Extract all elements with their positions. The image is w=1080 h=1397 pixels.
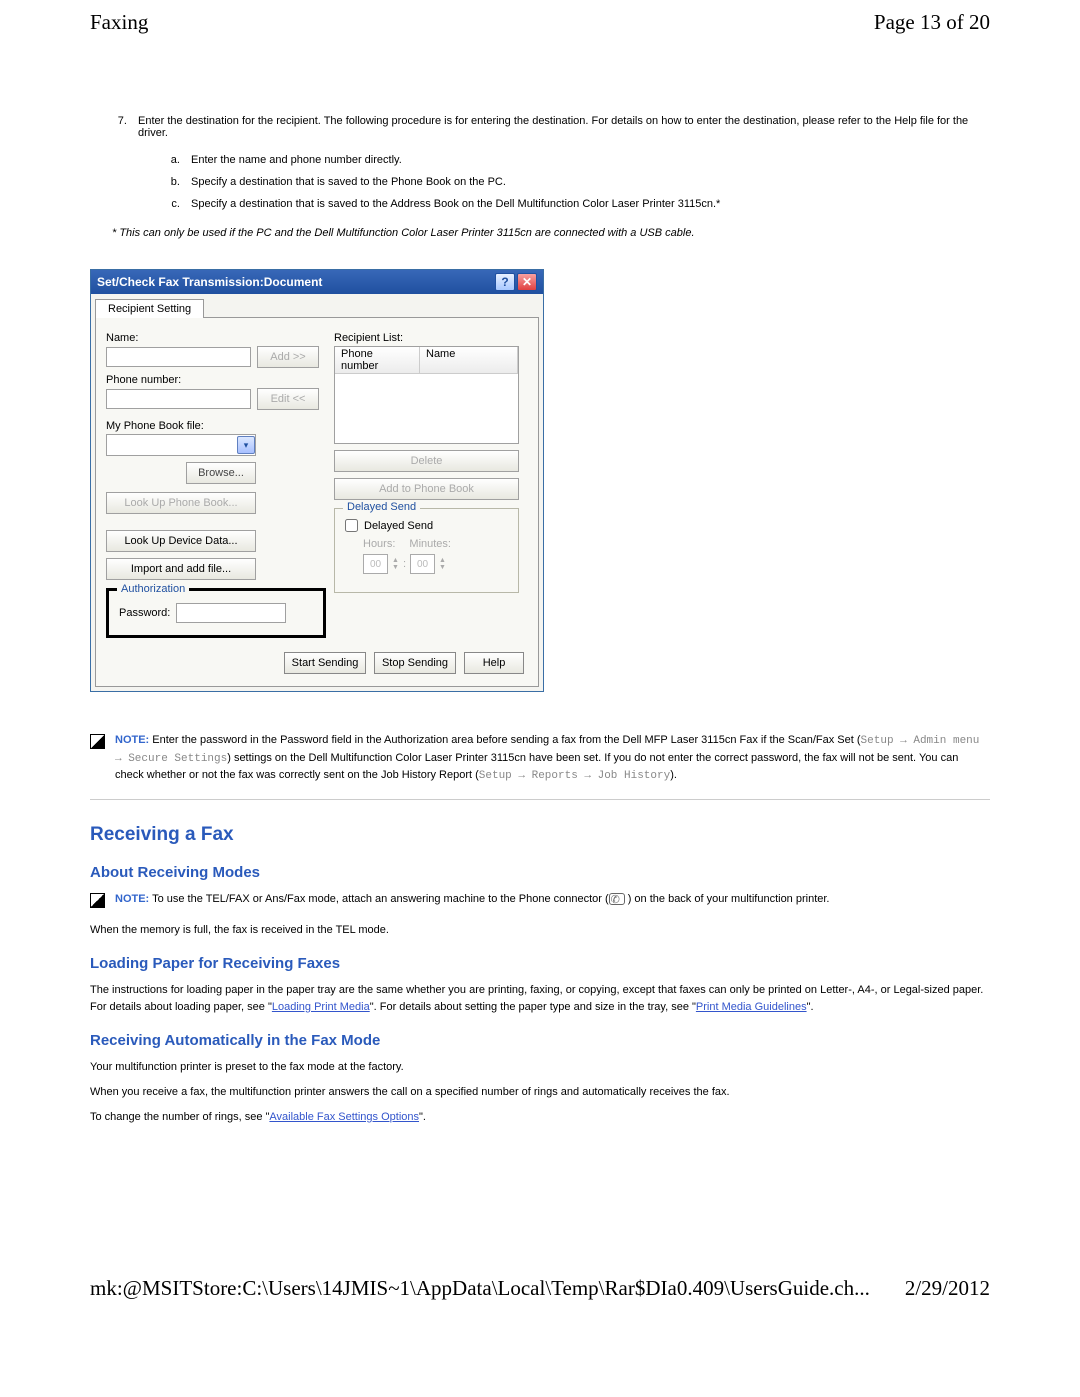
- note-label: NOTE:: [115, 893, 149, 905]
- stop-sending-button[interactable]: Stop Sending: [374, 652, 456, 674]
- page-number: Page 13 of 20: [874, 10, 990, 35]
- browse-button[interactable]: Browse...: [186, 462, 256, 484]
- delayed-send-checkbox[interactable]: [345, 519, 358, 532]
- page-header: Faxing Page 13 of 20: [50, 10, 1030, 45]
- hours-stepper-icon[interactable]: ▲▼: [392, 557, 399, 571]
- delayed-send-group: Delayed Send Delayed Send Hours: Minutes…: [334, 508, 519, 593]
- delayed-legend: Delayed Send: [343, 501, 420, 513]
- chevron-down-icon: ▾: [237, 436, 255, 454]
- auto-p3: To change the number of rings, see "Avai…: [90, 1109, 990, 1126]
- auto-p1: Your multifunction printer is preset to …: [90, 1059, 990, 1076]
- step-text: Enter the destination for the recipient.…: [138, 115, 968, 139]
- page-footer: mk:@MSITStore:C:\Users\14JMIS~1\AppData\…: [50, 1276, 1030, 1301]
- hours-spinner[interactable]: 00: [363, 554, 388, 574]
- instruction-list: Enter the destination for the recipient.…: [130, 115, 990, 215]
- minutes-spinner[interactable]: 00: [410, 554, 435, 574]
- col-phone: Phone number: [335, 347, 420, 373]
- note-password: NOTE: Enter the password in the Password…: [90, 732, 990, 785]
- footnote: * This can only be used if the PC and th…: [112, 227, 990, 239]
- dialog-body: Name: Add >> Phone number: Edit << My Ph…: [95, 317, 539, 687]
- delete-button[interactable]: Delete: [334, 450, 519, 472]
- auto-p2: When you receive a fax, the multifunctio…: [90, 1084, 990, 1101]
- note-receiving-modes: NOTE: To use the TEL/FAX or Ans/Fax mode…: [90, 891, 990, 908]
- tab-recipient-setting[interactable]: Recipient Setting: [95, 299, 204, 318]
- note-label: NOTE:: [115, 734, 149, 746]
- heading-receiving-modes: About Receiving Modes: [90, 864, 990, 881]
- dialog-footer: Start Sending Stop Sending Help: [106, 644, 528, 676]
- minutes-stepper-icon[interactable]: ▲▼: [439, 557, 446, 571]
- note-icon: [90, 734, 105, 749]
- phonebook-file-select[interactable]: ▾: [106, 434, 256, 456]
- recipient-list-label: Recipient List:: [334, 332, 528, 344]
- left-column: Name: Add >> Phone number: Edit << My Ph…: [106, 328, 326, 638]
- add-button[interactable]: Add >>: [257, 346, 319, 368]
- sub-c: Specify a destination that is saved to t…: [183, 193, 990, 215]
- recipient-list[interactable]: Phone number Name: [334, 346, 519, 444]
- step-7: Enter the destination for the recipient.…: [130, 115, 990, 215]
- note-text: NOTE: Enter the password in the Password…: [115, 732, 990, 785]
- sub-a: Enter the name and phone number directly…: [183, 149, 990, 171]
- link-available-fax-settings[interactable]: Available Fax Settings Options: [269, 1111, 419, 1123]
- edit-button[interactable]: Edit <<: [257, 388, 319, 410]
- import-button[interactable]: Import and add file...: [106, 558, 256, 580]
- link-loading-print-media[interactable]: Loading Print Media: [272, 1001, 370, 1013]
- delayed-send-label: Delayed Send: [364, 520, 433, 532]
- name-input[interactable]: [106, 347, 251, 367]
- lookup-phonebook-button[interactable]: Look Up Phone Book...: [106, 492, 256, 514]
- heading-loading-paper: Loading Paper for Receiving Faxes: [90, 955, 990, 972]
- sub-b: Specify a destination that is saved to t…: [183, 171, 990, 193]
- close-icon[interactable]: ✕: [517, 273, 537, 291]
- note-text: NOTE: To use the TEL/FAX or Ans/Fax mode…: [115, 891, 829, 908]
- hours-label: Hours:: [363, 538, 395, 550]
- authorization-group: Authorization Password:: [106, 588, 326, 638]
- footer-date: 2/29/2012: [905, 1276, 990, 1301]
- heading-receiving-auto: Receiving Automatically in the Fax Mode: [90, 1032, 990, 1049]
- link-print-media-guidelines[interactable]: Print Media Guidelines: [696, 1001, 807, 1013]
- loading-paper-text: The instructions for loading paper in th…: [90, 982, 990, 1016]
- heading-receiving-fax: Receiving a Fax: [90, 824, 990, 846]
- col-name: Name: [420, 347, 518, 373]
- phone-label: Phone number:: [106, 374, 326, 386]
- phone-input[interactable]: [106, 389, 251, 409]
- note-icon: [90, 893, 105, 908]
- dialog-titlebar: Set/Check Fax Transmission:Document ? ✕: [91, 270, 543, 294]
- memory-full-text: When the memory is full, the fax is rece…: [90, 922, 990, 939]
- recipient-list-header: Phone number Name: [335, 347, 518, 374]
- help-icon[interactable]: ?: [495, 273, 515, 291]
- fax-dialog: Set/Check Fax Transmission:Document ? ✕ …: [90, 269, 544, 692]
- add-to-phonebook-button[interactable]: Add to Phone Book: [334, 478, 519, 500]
- dialog-tabs: Recipient Setting: [91, 294, 543, 317]
- name-label: Name:: [106, 332, 326, 344]
- phone-connector-icon: [609, 893, 625, 905]
- lookup-device-button[interactable]: Look Up Device Data...: [106, 530, 256, 552]
- phonebook-file-label: My Phone Book file:: [106, 420, 326, 432]
- substep-list: Enter the name and phone number directly…: [183, 149, 990, 215]
- help-button[interactable]: Help: [464, 652, 524, 674]
- start-sending-button[interactable]: Start Sending: [284, 652, 366, 674]
- right-column: Recipient List: Phone number Name Delete…: [334, 328, 528, 638]
- password-label: Password:: [119, 607, 170, 619]
- authorization-legend: Authorization: [117, 583, 189, 595]
- footer-path: mk:@MSITStore:C:\Users\14JMIS~1\AppData\…: [90, 1276, 870, 1301]
- dialog-title-text: Set/Check Fax Transmission:Document: [97, 275, 322, 289]
- separator: [90, 799, 990, 800]
- password-input[interactable]: [176, 603, 286, 623]
- section-title: Faxing: [90, 10, 148, 35]
- minutes-label: Minutes:: [409, 538, 451, 550]
